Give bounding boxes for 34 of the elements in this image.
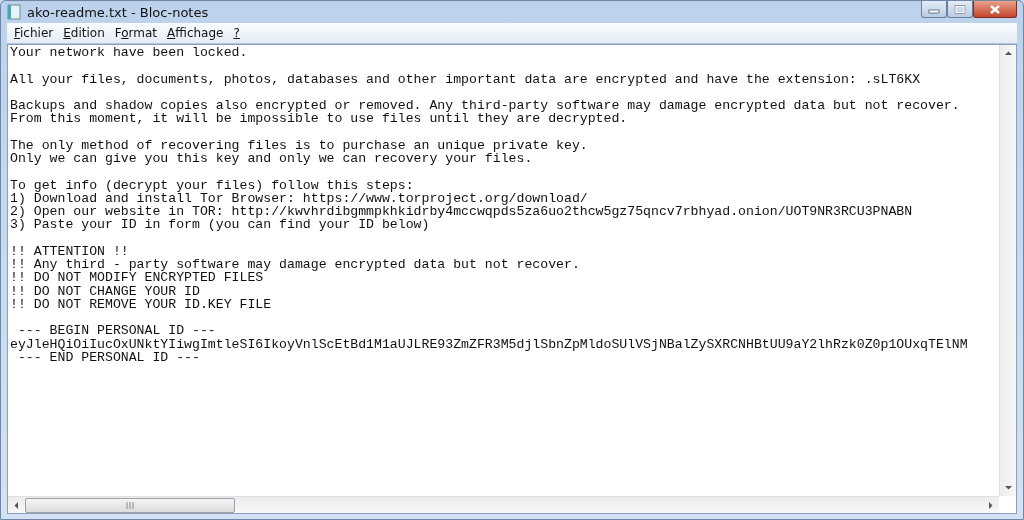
text-line: 2) Open our website in TOR: http://kwvhrdibgmmpkhkidrby4mccwqpds5za6uo2thcw5gz75qncv7rbhyad.onion/UOT9NR3RCU3PNABN bbox=[10, 205, 913, 219]
text-line: To get info (decrypt your files) follow this steps: bbox=[10, 178, 414, 192]
text-line: !! DO NOT MODIFY ENCRYPTED FILES bbox=[10, 271, 264, 285]
text-line: !! ATTENTION !! bbox=[10, 244, 129, 258]
text-line: Your network have been locked. bbox=[10, 46, 248, 60]
vertical-scrollbar[interactable] bbox=[999, 45, 1016, 496]
scrollbar-thumb[interactable] bbox=[25, 497, 235, 513]
text-file-icon bbox=[7, 4, 21, 20]
maximize-icon bbox=[954, 4, 966, 14]
text-line: Only we can give you this key and only we can recovery your files. bbox=[10, 152, 533, 166]
close-button[interactable] bbox=[973, 1, 1017, 18]
text-line: All your files, documents, photos, databases and other important data are encrypted and have the extension: .sLT6KX bbox=[10, 72, 921, 86]
maximize-button[interactable] bbox=[947, 1, 973, 18]
minimize-button[interactable] bbox=[921, 1, 947, 18]
text-line: eyJleHQiOiIucOxUNktYIiwgImtleSI6IkoyVnlScEtBd1M1aUJLRE93ZmZFR3M5djlSbnZpMldoSUlVSjNBalZySXRCNHBtUU9aY2lhRzk0Z0p1OUxqTElNM bbox=[10, 337, 968, 351]
horizontal-scrollbar[interactable] bbox=[8, 496, 999, 513]
window-title: ako-readme.txt - Bloc-notes bbox=[27, 4, 210, 20]
text-line: From this moment, it will be impossible to use files until they are decrypted. bbox=[10, 112, 628, 126]
grip-icon bbox=[126, 501, 134, 509]
menu-item[interactable]: ? bbox=[228, 26, 245, 40]
text-line: The only method of recovering files is to purchase an unique private key. bbox=[10, 138, 588, 152]
text-line: --- END PERSONAL ID --- bbox=[17, 350, 200, 364]
menu-item[interactable]: Fichier bbox=[9, 26, 59, 40]
close-icon bbox=[989, 4, 1001, 14]
menu-item[interactable]: Edition bbox=[58, 26, 110, 40]
menu-item[interactable]: Format bbox=[109, 26, 163, 40]
text-line: --- BEGIN PERSONAL ID --- bbox=[16, 324, 216, 338]
text-line: 1) Download and install Tor Browser: https://www.torproject.org/download/ bbox=[10, 191, 588, 205]
menu-item[interactable]: Affichage bbox=[162, 26, 229, 40]
text-line: 3) Paste your ID in form (you can find your ID below) bbox=[10, 218, 430, 232]
text-line: !! DO NOT CHANGE YOUR ID bbox=[10, 284, 200, 298]
text-line: !! DO NOT REMOVE YOUR ID.KEY FILE bbox=[10, 297, 272, 311]
text-line: Backups and shadow copies also encrypted or removed. Any third-party software may damage encrypted data but not recover. bbox=[10, 99, 960, 113]
text-line: !! Any third - party software may damage encrypted data but not recover. bbox=[10, 258, 580, 272]
